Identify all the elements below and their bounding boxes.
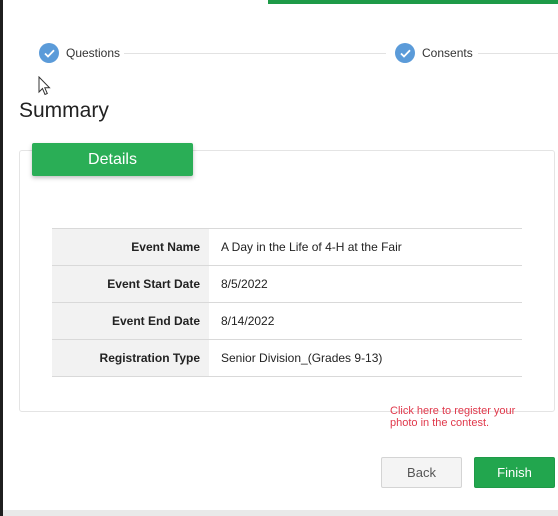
step-consents[interactable]: Consents <box>395 43 473 63</box>
details-table: Event Name A Day in the Life of 4-H at t… <box>52 228 522 377</box>
table-row: Event Start Date 8/5/2022 <box>52 265 522 303</box>
bottom-edge <box>3 510 558 516</box>
window-border <box>0 0 3 516</box>
finish-button[interactable]: Finish <box>474 457 555 488</box>
progress-stepper: Questions Consents <box>0 40 558 66</box>
details-tab: Details <box>32 143 193 176</box>
row-key: Registration Type <box>52 339 209 377</box>
stepper-connector <box>124 53 386 54</box>
check-icon <box>395 43 415 63</box>
check-icon <box>39 43 59 63</box>
stepper-connector <box>478 53 558 54</box>
row-key: Event Start Date <box>52 265 209 303</box>
back-button[interactable]: Back <box>381 457 462 488</box>
top-accent-bar <box>268 0 558 4</box>
register-photo-link[interactable]: Click here to register your photo in the… <box>390 405 540 429</box>
step-label: Questions <box>66 46 121 60</box>
step-questions[interactable]: Questions <box>39 43 120 63</box>
mouse-cursor-icon <box>38 75 52 101</box>
table-row: Registration Type Senior Division_(Grade… <box>52 339 522 377</box>
row-key: Event End Date <box>52 302 209 340</box>
row-value: Senior Division_(Grades 9-13) <box>221 351 383 365</box>
step-label: Consents <box>422 46 473 60</box>
page-title: Summary <box>19 99 109 122</box>
table-row: Event End Date 8/14/2022 <box>52 302 522 340</box>
row-value: A Day in the Life of 4-H at the Fair <box>221 240 402 254</box>
row-key: Event Name <box>52 228 209 266</box>
row-value: 8/14/2022 <box>221 314 275 328</box>
table-row: Event Name A Day in the Life of 4-H at t… <box>52 228 522 266</box>
row-value: 8/5/2022 <box>221 277 268 291</box>
